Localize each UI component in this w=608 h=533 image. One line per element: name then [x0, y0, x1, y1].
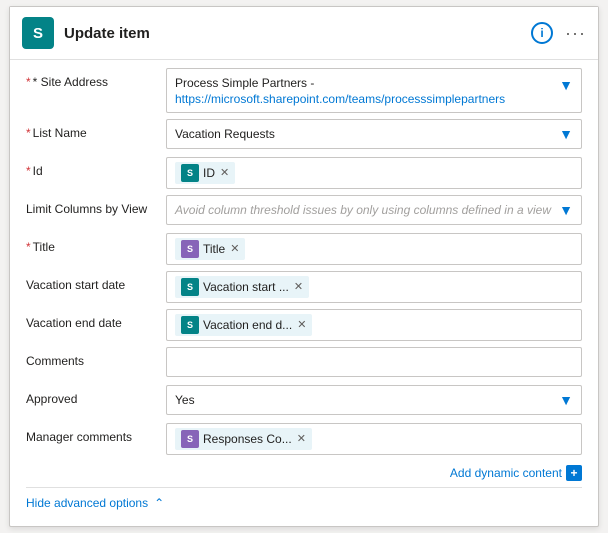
site-address-control[interactable]: Process Simple Partners - https://micros… — [166, 68, 582, 113]
add-dynamic-label: Add dynamic content — [450, 466, 562, 480]
vacation-start-row: Vacation start date S Vacation start ...… — [26, 271, 582, 303]
vacation-end-chip: S Vacation end d... ✕ — [175, 314, 312, 336]
vacation-start-control[interactable]: S Vacation start ... ✕ — [166, 271, 582, 303]
id-chip-icon: S — [181, 164, 199, 182]
approved-control[interactable]: Yes ▼ — [166, 385, 582, 415]
vacation-end-row: Vacation end date S Vacation end d... ✕ — [26, 309, 582, 341]
add-dynamic-button[interactable]: Add dynamic content + — [450, 465, 582, 481]
vacation-start-chip-icon: S — [181, 278, 199, 296]
id-chip-label: ID — [203, 166, 215, 180]
site-address-line2: https://microsoft.sharepoint.com/teams/p… — [175, 92, 505, 106]
site-address-row: ** Site Address Process Simple Partners … — [26, 68, 582, 113]
site-address-line1: Process Simple Partners - — [175, 75, 314, 92]
manager-comments-chip-icon: S — [181, 430, 199, 448]
approved-label: Approved — [26, 385, 166, 406]
manager-comments-label: Manager comments — [26, 423, 166, 444]
vacation-end-control[interactable]: S Vacation end d... ✕ — [166, 309, 582, 341]
more-button[interactable]: ··· — [565, 23, 586, 44]
limit-columns-control[interactable]: Avoid column threshold issues by only us… — [166, 195, 582, 225]
card-body: ** Site Address Process Simple Partners … — [10, 60, 598, 526]
vacation-start-chip-close[interactable]: ✕ — [294, 280, 303, 293]
hide-advanced-button[interactable]: Hide advanced options — [26, 496, 148, 510]
vacation-start-chip: S Vacation start ... ✕ — [175, 276, 309, 298]
manager-comments-row: Manager comments S Responses Co... ✕ — [26, 423, 582, 455]
manager-comments-control[interactable]: S Responses Co... ✕ — [166, 423, 582, 455]
vacation-end-chip-close[interactable]: ✕ — [297, 318, 306, 331]
limit-columns-dropdown-icon[interactable]: ▼ — [559, 202, 573, 218]
id-label: *Id — [26, 157, 166, 178]
comments-control[interactable] — [166, 347, 582, 377]
list-name-label: *List Name — [26, 119, 166, 140]
id-chip: S ID ✕ — [175, 162, 235, 184]
vacation-end-chip-label: Vacation end d... — [203, 318, 292, 332]
site-address-dropdown-icon[interactable]: ▼ — [559, 77, 573, 93]
manager-comments-chip-close[interactable]: ✕ — [297, 432, 306, 445]
comments-row: Comments — [26, 347, 582, 379]
list-name-value: Vacation Requests — [175, 127, 559, 141]
add-dynamic-icon: + — [566, 465, 582, 481]
page-title: Update item — [64, 25, 531, 42]
title-control[interactable]: S Title ✕ — [166, 233, 582, 265]
comments-label: Comments — [26, 347, 166, 368]
approved-value: Yes — [175, 393, 559, 407]
vacation-start-label: Vacation start date — [26, 271, 166, 292]
vacation-start-chip-label: Vacation start ... — [203, 280, 289, 294]
id-control[interactable]: S ID ✕ — [166, 157, 582, 189]
title-chip-label: Title — [203, 242, 225, 256]
list-name-control[interactable]: Vacation Requests ▼ — [166, 119, 582, 149]
chevron-up-icon: ⌃ — [154, 496, 164, 510]
vacation-end-chip-icon: S — [181, 316, 199, 334]
id-row: *Id S ID ✕ — [26, 157, 582, 189]
add-dynamic-section: Add dynamic content + — [26, 461, 582, 487]
limit-columns-row: Limit Columns by View Avoid column thres… — [26, 195, 582, 227]
list-name-row: *List Name Vacation Requests ▼ — [26, 119, 582, 151]
update-item-card: S Update item i ··· ** Site Address Proc… — [9, 6, 599, 527]
hide-advanced-section: Hide advanced options ⌃ — [26, 487, 582, 514]
manager-comments-chip: S Responses Co... ✕ — [175, 428, 312, 450]
id-chip-close[interactable]: ✕ — [220, 166, 229, 179]
manager-comments-chip-label: Responses Co... — [203, 432, 292, 446]
title-chip-close[interactable]: ✕ — [230, 242, 239, 255]
list-name-dropdown-icon[interactable]: ▼ — [559, 126, 573, 142]
title-row: *Title S Title ✕ — [26, 233, 582, 265]
site-address-label: ** Site Address — [26, 68, 166, 89]
limit-columns-placeholder: Avoid column threshold issues by only us… — [175, 203, 551, 217]
info-button[interactable]: i — [531, 22, 553, 44]
card-header: S Update item i ··· — [10, 7, 598, 60]
app-icon: S — [22, 17, 54, 49]
title-chip: S Title ✕ — [175, 238, 245, 260]
header-actions: i ··· — [531, 22, 586, 44]
vacation-end-label: Vacation end date — [26, 309, 166, 330]
limit-columns-label: Limit Columns by View — [26, 195, 166, 216]
title-label: *Title — [26, 233, 166, 254]
title-chip-icon: S — [181, 240, 199, 258]
approved-row: Approved Yes ▼ — [26, 385, 582, 417]
approved-dropdown-icon[interactable]: ▼ — [559, 392, 573, 408]
